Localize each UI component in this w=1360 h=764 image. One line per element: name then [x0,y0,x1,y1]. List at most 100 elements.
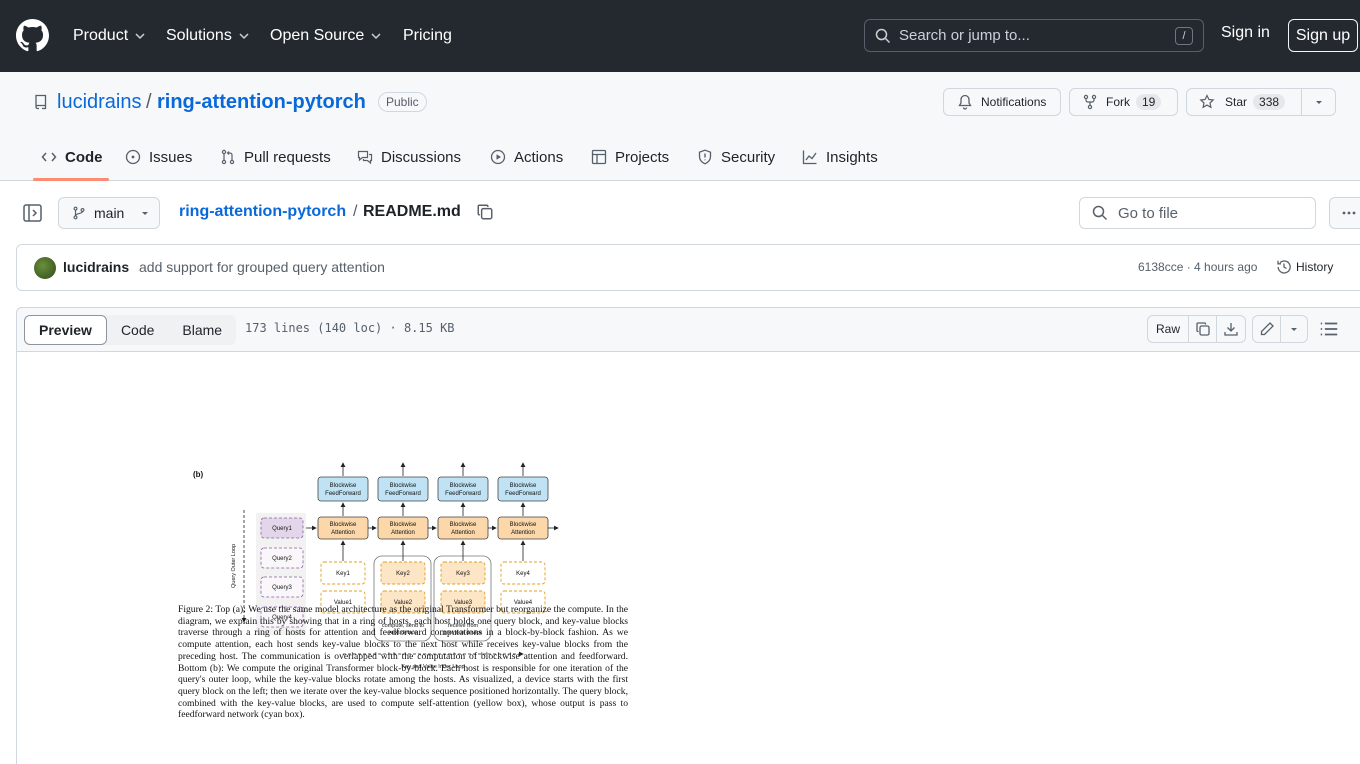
ffn-block: Blockwise FeedForward [317,476,369,502]
download-button[interactable] [1217,316,1245,342]
nav-product-label: Product [73,27,129,44]
file-meta: 173 lines (140 loc) · 8.15 KB [245,321,455,335]
search-shortcut-key: / [1175,27,1193,45]
global-header: Product Solutions Open Source Pricing Se… [0,0,1360,72]
attention-label: Blockwise [330,522,357,528]
branch-icon [73,206,85,220]
query-label: Query3 [272,585,292,591]
fork-count: 19 [1136,94,1162,110]
attention-label: Attention [451,530,475,536]
tab-actions[interactable]: Actions [490,140,563,174]
query-label: Query2 [272,556,292,562]
blame-tab[interactable]: Blame [168,315,236,345]
panel-label: (b) [193,470,204,479]
copy-icon [1195,322,1210,336]
search-icon [1092,205,1108,221]
search-input[interactable]: Search or jump to... / [864,19,1204,52]
commit-author-link[interactable]: lucidrains [63,259,129,275]
tab-security[interactable]: Security [697,140,775,174]
edit-dropdown[interactable] [1281,316,1307,342]
star-button-group: Star 338 [1186,88,1336,116]
star-label: Star [1225,95,1248,109]
search-placeholder: Search or jump to... [899,27,1030,44]
breadcrumb-repo-link[interactable]: ring-attention-pytorch [179,203,346,221]
caret-down-icon [1291,328,1297,331]
history-link[interactable]: History [1276,259,1333,275]
copy-raw-button[interactable] [1189,316,1217,342]
branch-selector[interactable]: main [58,197,160,229]
tab-pull-requests[interactable]: Pull requests [220,140,331,174]
star-lists-dropdown[interactable] [1302,97,1335,107]
outline-list-icon[interactable] [1318,318,1340,340]
discussions-icon [357,150,373,165]
fork-button[interactable]: Fork 19 [1069,88,1178,116]
query-block: Query1 [260,517,304,539]
sidebar-expand-icon[interactable] [20,200,46,226]
notifications-button[interactable]: Notifications [943,88,1061,116]
star-button[interactable]: Star 338 [1187,89,1302,115]
edit-button[interactable] [1253,316,1281,342]
fork-label: Fork [1106,95,1130,109]
preview-tab[interactable]: Preview [24,315,107,345]
nav-product[interactable]: Product [73,0,146,72]
sign-in-link[interactable]: Sign in [1221,24,1270,42]
attention-block: Blockwise Attention [497,516,549,540]
tab-pull-requests-label: Pull requests [244,148,331,166]
breadcrumb-separator: / [353,203,358,220]
attention-block: Blockwise Attention [377,516,429,540]
tab-code[interactable]: Code [41,140,103,174]
ffn-label: FeedForward [325,491,361,497]
tab-projects-label: Projects [615,148,670,166]
nav-open-source[interactable]: Open Source [270,0,382,72]
star-count: 338 [1253,94,1286,110]
star-icon [1199,94,1215,109]
raw-button[interactable]: Raw [1148,316,1189,342]
attention-block: Blockwise Attention [437,516,489,540]
key-block: Key3 [440,561,486,585]
attention-label: Blockwise [450,522,477,528]
download-icon [1224,323,1238,336]
chevron-down-icon [371,33,381,40]
commit-message-link[interactable]: add support for grouped query attention [139,259,385,275]
chevron-down-icon [239,33,249,40]
github-logo-icon[interactable] [16,19,49,52]
pencil-icon [1260,322,1274,336]
tab-projects[interactable]: Projects [591,140,669,174]
nav-pricing[interactable]: Pricing [403,0,452,72]
tab-insights[interactable]: Insights [802,140,878,174]
attention-label: Blockwise [510,522,537,528]
nav-pricing-label: Pricing [403,27,452,44]
sign-up-button[interactable]: Sign up [1288,19,1358,52]
tab-issues[interactable]: Issues [125,140,192,174]
attention-label: Blockwise [390,522,417,528]
view-mode-switch: Preview Code Blame [24,315,237,345]
nav-open-source-label: Open Source [270,27,365,44]
commit-sha-time[interactable]: 6138cce · 4 hours ago [1138,260,1257,274]
repo-owner-link[interactable]: lucidrains [57,91,141,114]
tab-insights-label: Insights [826,148,878,166]
ffn-block: Blockwise FeedForward [497,476,549,502]
key-block: Key1 [320,561,366,585]
tab-code-label: Code [65,148,103,166]
tab-discussions[interactable]: Discussions [357,140,461,174]
play-icon [490,149,506,165]
graph-icon [802,150,817,165]
attention-label: Attention [511,530,535,536]
key-block: Key2 [380,561,426,585]
ffn-block: Blockwise FeedForward [377,476,429,502]
fork-icon [1083,94,1097,110]
caret-down-icon [142,212,149,215]
ffn-label: FeedForward [505,491,541,497]
go-to-file-placeholder: Go to file [1118,204,1179,222]
repo-name-link[interactable]: ring-attention-pytorch [157,91,366,114]
copy-icon[interactable] [476,203,494,221]
tab-security-label: Security [721,148,776,166]
code-view-tab[interactable]: Code [107,315,168,345]
visibility-badge: Public [378,92,427,112]
nav-solutions[interactable]: Solutions [166,0,250,72]
ffn-label: FeedForward [385,491,421,497]
avatar[interactable] [34,257,56,279]
chevron-down-icon [135,33,145,40]
go-to-file-input[interactable]: Go to file [1079,197,1316,229]
more-options-button[interactable] [1329,197,1360,229]
